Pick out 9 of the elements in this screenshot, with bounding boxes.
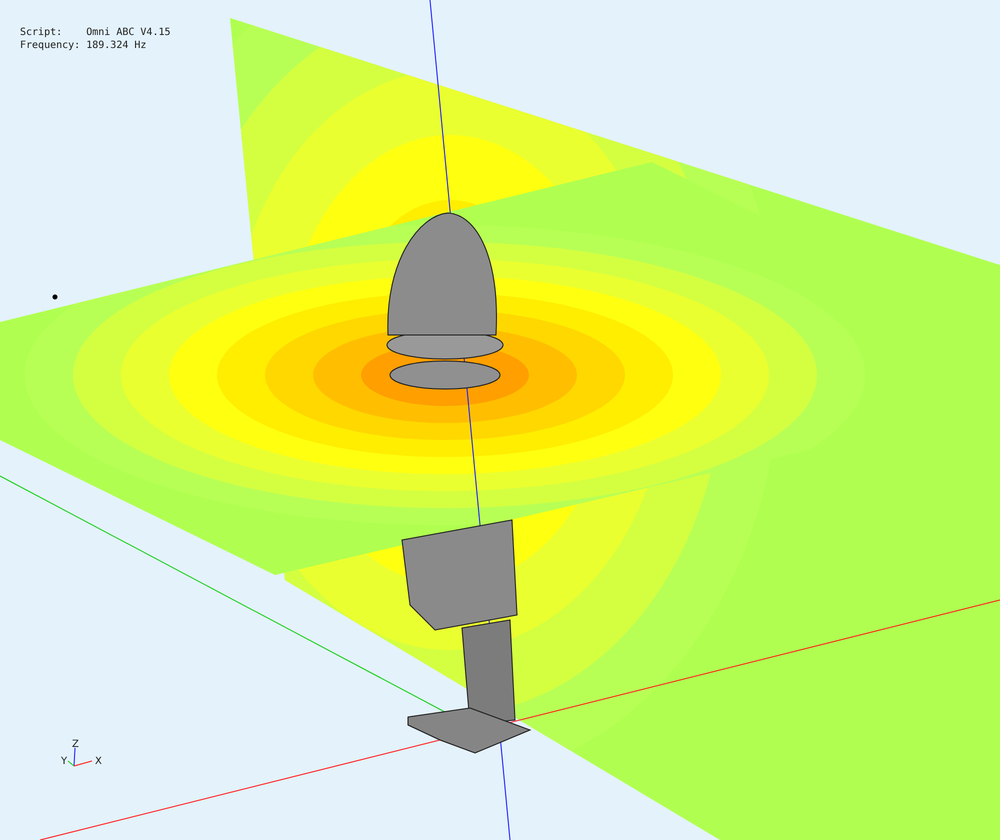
info-label: Frequency:: [20, 39, 80, 52]
axis-label: Y: [61, 756, 68, 767]
axis-label: Z: [72, 739, 79, 750]
info-label: Script:: [20, 26, 64, 39]
axis-label: X: [95, 756, 102, 767]
info-value: 189.324 Hz: [86, 39, 148, 52]
info-value: Omni ABC V4.15: [86, 26, 171, 39]
point-marker: [52, 294, 58, 300]
axis-triad-icon: [68, 748, 92, 766]
